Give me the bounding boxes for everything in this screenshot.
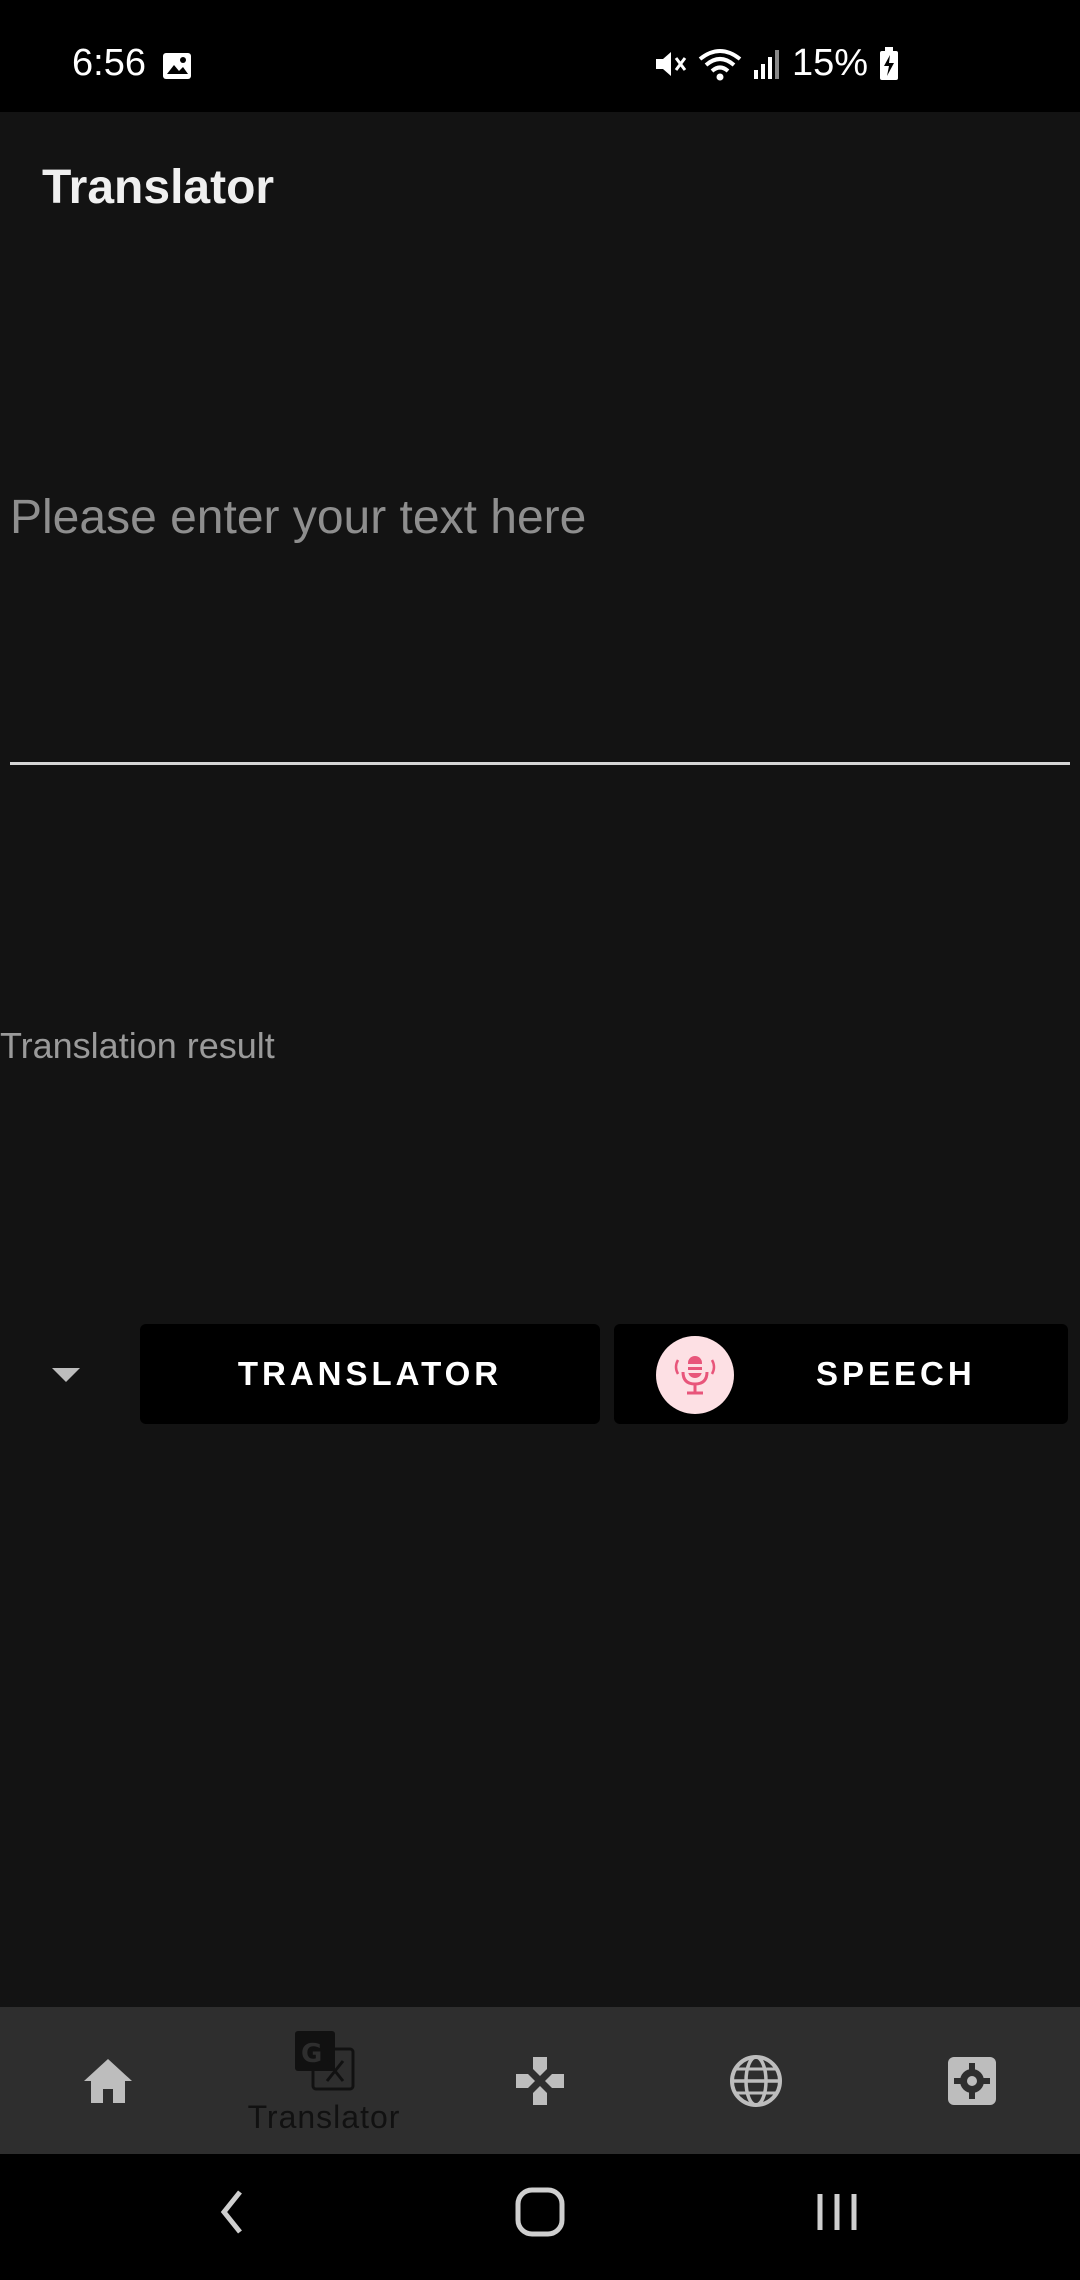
- recents-icon[interactable]: [812, 2182, 862, 2242]
- battery-percent: 15%: [791, 42, 868, 84]
- image-icon: [163, 53, 191, 79]
- nav-item-settings[interactable]: [864, 2007, 1080, 2154]
- home-icon: [84, 2059, 132, 2103]
- speech-button-label: SPEECH: [816, 1355, 976, 1392]
- nav-label-translator: Translator: [247, 2099, 401, 2135]
- globe-icon: [730, 2055, 782, 2107]
- source-text-input[interactable]: [10, 430, 1070, 822]
- status-icons: 15%: [652, 42, 900, 85]
- nav-item-translator[interactable]: G Translator: [216, 2007, 432, 2154]
- translator-button-label: TRANSLATOR: [237, 1355, 503, 1392]
- nav-item-globe[interactable]: [648, 2007, 864, 2154]
- system-navigation-bar: [0, 2154, 1080, 2280]
- bottom-navigation: G Translator: [0, 2007, 1080, 2154]
- translate-icon: G: [295, 2031, 355, 2091]
- speech-button[interactable]: SPEECH: [614, 1324, 1068, 1424]
- text-input-container[interactable]: [10, 430, 1070, 822]
- status-time: 6:56: [72, 42, 146, 84]
- settings-icon: [948, 2057, 996, 2105]
- svg-text:G: G: [301, 2039, 322, 2069]
- signal-icon: [753, 49, 779, 79]
- translation-result: Translation result: [0, 1025, 275, 1066]
- gamepad-icon: [516, 2057, 564, 2105]
- microphone-icon: [656, 1336, 734, 1414]
- page-title: Translator: [42, 161, 275, 214]
- status-bar: 6:56 15%: [0, 0, 1080, 112]
- mute-icon: [655, 51, 687, 76]
- battery-charging-icon: [880, 46, 898, 80]
- chevron-down-icon[interactable]: [46, 1360, 86, 1390]
- home-circle-icon[interactable]: [510, 2182, 570, 2242]
- translator-button[interactable]: TRANSLATOR: [140, 1324, 600, 1424]
- nav-item-home[interactable]: [0, 2007, 216, 2154]
- wifi-icon: [698, 48, 742, 80]
- nav-item-games[interactable]: [432, 2007, 648, 2154]
- back-icon[interactable]: [210, 2182, 254, 2242]
